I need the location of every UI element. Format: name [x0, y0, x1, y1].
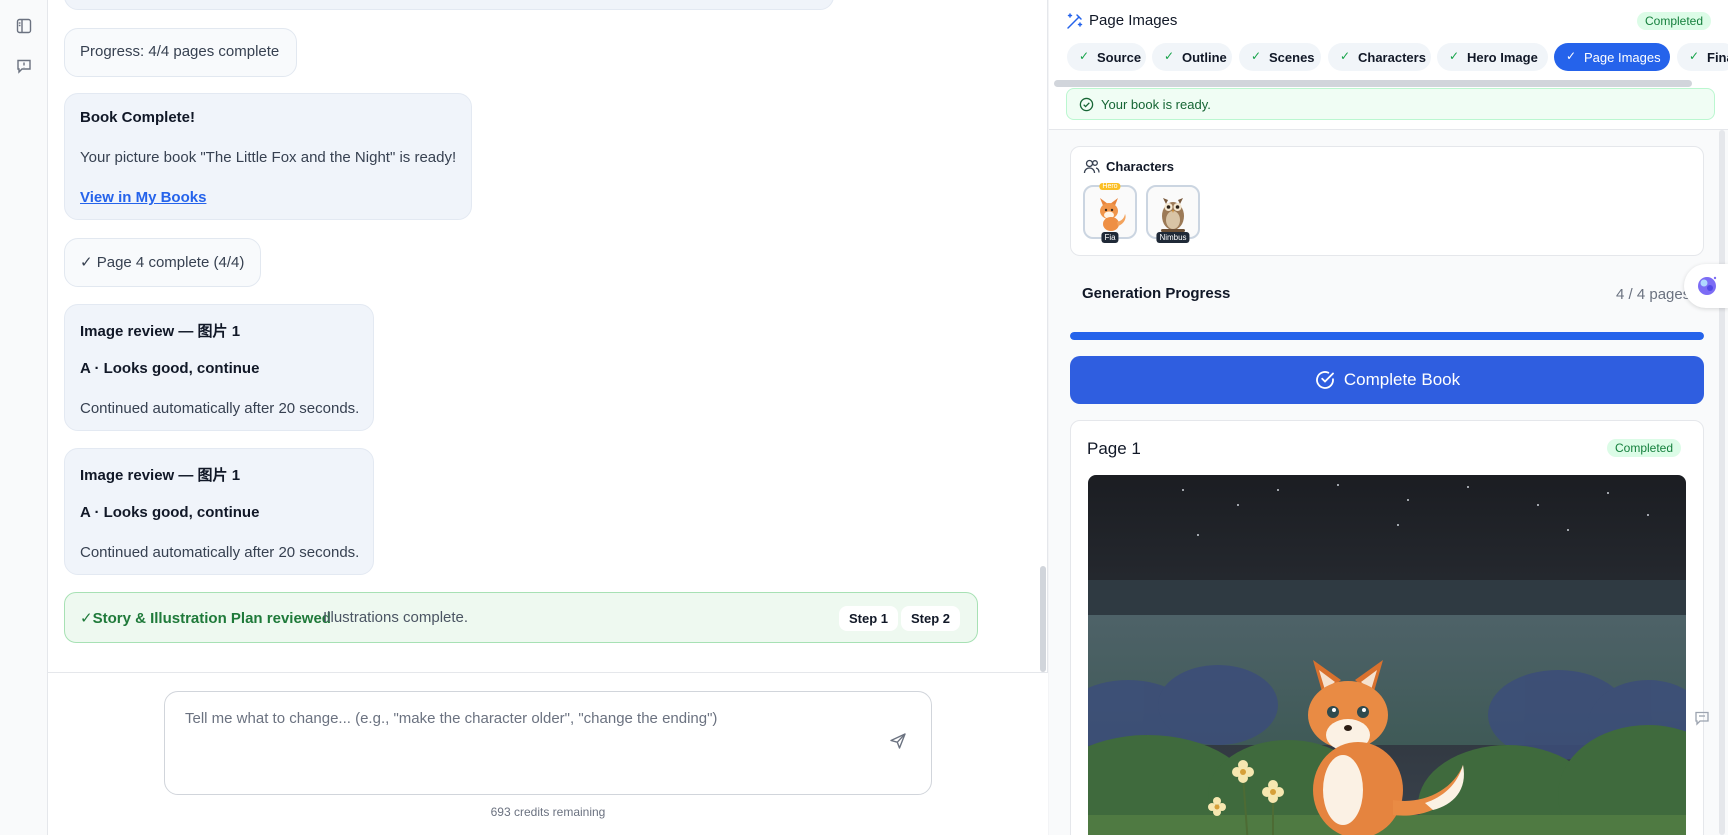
check-icon: ✓ [1251, 49, 1262, 63]
chat-panel: Progress: 4/4 pages complete Book Comple… [48, 0, 1048, 835]
panel-title: Page Images [1089, 12, 1178, 29]
assistant-orb-icon [1698, 276, 1717, 295]
review-choice: A · Looks good, continue [80, 504, 260, 521]
send-icon[interactable] [889, 732, 909, 752]
complete-book-label: Complete Book [1343, 370, 1461, 389]
sidebar-toggle-icon[interactable] [14, 16, 34, 36]
book-ready-text: Your book is ready. [1101, 97, 1211, 112]
fox-icon [1100, 198, 1126, 231]
check-icon: ✓ [1340, 49, 1351, 63]
assistant-orb[interactable] [1684, 264, 1728, 308]
app-root: Progress: 4/4 pages complete Book Comple… [0, 0, 1728, 835]
check-icon: ✓ [1164, 49, 1175, 63]
check-icon: ✓ [1689, 49, 1700, 63]
right-panel: Page Images Completed ✓ Source ✓ Outline ✓… [1049, 0, 1728, 835]
characters-heading: Characters [1106, 159, 1174, 174]
tab-outline[interactable]: ✓ Outline [1152, 43, 1232, 71]
check-icon: ✓ [1449, 49, 1460, 63]
previous-message [64, 0, 834, 10]
plan-reviewed-desc: Illustrations complete. [323, 609, 469, 626]
panel-body[interactable]: Characters Hero Fia Nimbus Generation Pr… [1049, 130, 1728, 835]
generation-progress-count: 4 / 4 pages [1616, 286, 1691, 303]
left-rail [0, 0, 48, 835]
character-name: Nimbus [1156, 232, 1190, 243]
image-review-message: Image review — 图片 1 A · Looks good, cont… [64, 304, 374, 431]
page4-complete-message: ✓ Page 4 complete (4/4) [64, 238, 261, 287]
page-title: Page 1 [1087, 439, 1141, 458]
tab-final[interactable]: ✓Final [1677, 43, 1728, 71]
review-title: Image review — 图片 1 [80, 467, 241, 484]
view-in-my-books-link[interactable]: View in My Books [80, 189, 206, 206]
generation-progress-fill [1070, 332, 1704, 340]
owl-icon [1161, 198, 1185, 232]
page-illustration[interactable] [1088, 475, 1686, 835]
book-ready-banner: Your book is ready. [1066, 88, 1715, 120]
check-icon: ✓ [1079, 49, 1090, 63]
panel-status-badge: Completed [1637, 12, 1712, 30]
review-title: Image review — 图片 1 [80, 323, 241, 340]
chat-messages[interactable]: Progress: 4/4 pages complete Book Comple… [48, 0, 1048, 672]
message-input[interactable] [185, 710, 865, 780]
generation-progress-row: Generation Progress 4 / 4 pages [1070, 273, 1704, 313]
check-icon: ✓ [1566, 49, 1577, 63]
character-name: Fia [1101, 232, 1119, 243]
step-1-button[interactable]: Step 1 [839, 606, 899, 631]
review-choice: A · Looks good, continue [80, 360, 260, 377]
magic-wand-icon [1066, 12, 1084, 30]
composer [164, 691, 932, 795]
progress-message: Progress: 4/4 pages complete [64, 28, 297, 77]
fox-illustration-image [1088, 475, 1686, 835]
complete-book-button[interactable]: Complete Book [1070, 356, 1704, 404]
credits-remaining: 693 credits remaining [490, 805, 606, 819]
character-avatar-fia[interactable]: Hero Fia [1083, 183, 1137, 243]
chat-bubble-icon[interactable] [1694, 710, 1714, 730]
tab-page-images[interactable]: ✓ Page Images [1554, 43, 1670, 71]
generation-progress-title: Generation Progress [1082, 285, 1231, 302]
book-complete-text: Your picture book "The Little Fox and th… [80, 149, 457, 166]
tab-hero-image[interactable]: ✓ Hero Image [1437, 43, 1548, 71]
review-note: Continued automatically after 20 seconds… [80, 400, 360, 417]
page4-complete-text: ✓ Page 4 complete (4/4) [80, 254, 245, 271]
tab-scenes[interactable]: ✓ Scenes [1239, 43, 1321, 71]
chat-scrollbar[interactable] [1040, 566, 1046, 672]
composer-area: 693 credits remaining [48, 672, 1048, 835]
step-2-button[interactable]: Step 2 [901, 606, 961, 631]
check-circle-icon [1079, 97, 1094, 112]
generation-progress-bar [1070, 332, 1704, 340]
users-icon [1083, 158, 1100, 175]
character-avatar-nimbus[interactable]: Nimbus [1146, 185, 1200, 243]
check-circle-icon [1315, 371, 1334, 389]
page-card: Page 1 Completed [1070, 420, 1704, 835]
panel-scrollbar[interactable] [1719, 130, 1725, 835]
book-complete-message: Book Complete! Your picture book "The Li… [64, 93, 472, 220]
page-status-badge: Completed [1607, 439, 1682, 457]
plan-reviewed-banner: ✓Story & Illustration Plan reviewed Illu… [64, 592, 978, 643]
progress-text: Progress: 4/4 pages complete [80, 43, 280, 60]
book-complete-title: Book Complete! [80, 109, 196, 126]
image-review-message: Image review — 图片 1 A · Looks good, cont… [64, 448, 374, 575]
tab-characters[interactable]: ✓ Characters [1328, 43, 1431, 71]
tabs-scrollbar[interactable] [1054, 80, 1692, 87]
tab-source[interactable]: ✓ Source [1067, 43, 1146, 71]
characters-card: Characters Hero Fia Nimbus [1070, 146, 1704, 256]
panel-header: Page Images Completed ✓ Source ✓ Outline ✓… [1049, 0, 1728, 130]
feedback-icon[interactable] [14, 56, 34, 76]
plan-reviewed-label: ✓Story & Illustration Plan reviewed [80, 610, 331, 627]
review-note: Continued automatically after 20 seconds… [80, 544, 360, 561]
hero-tag: Hero [1099, 183, 1121, 190]
